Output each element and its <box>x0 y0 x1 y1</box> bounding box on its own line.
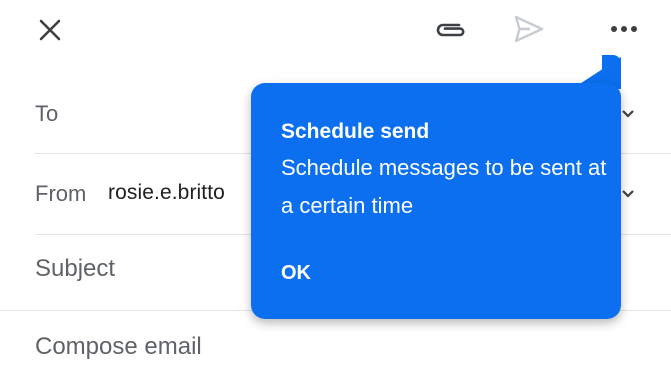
from-value: rosie.e.britto <box>108 181 225 204</box>
tooltip-title: Schedule send <box>281 120 430 143</box>
from-label: From <box>35 181 87 206</box>
close-button[interactable] <box>30 10 70 50</box>
chevron-down-icon[interactable] <box>621 187 635 201</box>
tooltip-ok-button[interactable]: OK <box>281 259 311 287</box>
chevron-down-icon[interactable] <box>621 107 635 121</box>
close-icon <box>39 19 61 41</box>
attach-button[interactable] <box>424 10 476 50</box>
paperclip-icon <box>436 23 465 37</box>
to-label: To <box>35 101 59 126</box>
more-options-button[interactable] <box>600 14 648 44</box>
compose-screen: To From rosie.e.britto Subject Compose e… <box>0 0 671 367</box>
subject-placeholder: Subject <box>35 255 116 282</box>
send-icon <box>514 15 544 43</box>
schedule-send-tooltip: Schedule send Schedule messages to be se… <box>251 83 621 319</box>
compose-placeholder: Compose email <box>35 333 202 360</box>
compose-body-input[interactable]: Compose email <box>35 333 671 367</box>
send-button[interactable] <box>508 8 550 50</box>
tooltip-body: Schedule messages to be sent at a certai… <box>281 155 607 218</box>
compose-toolbar <box>0 0 671 58</box>
more-options-icon <box>611 26 637 32</box>
